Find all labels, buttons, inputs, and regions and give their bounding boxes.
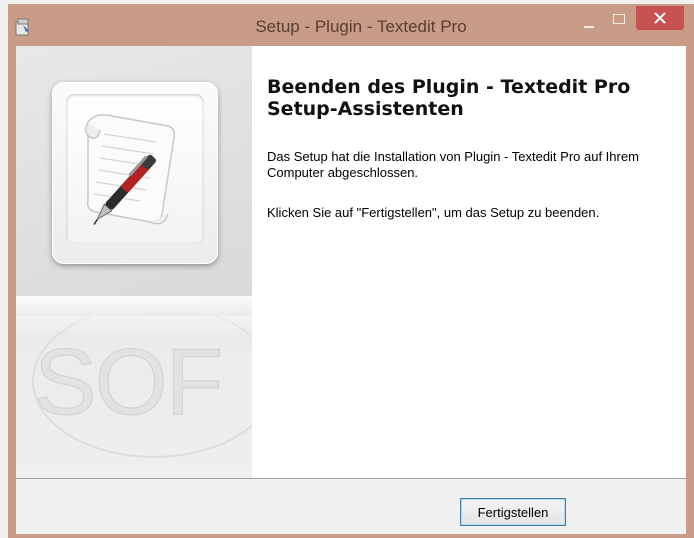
- sidebar-icon-frame: [52, 82, 218, 264]
- minimize-button[interactable]: [575, 10, 603, 34]
- paper-scroll-pen-icon: [85, 114, 176, 225]
- wizard-footer: Fertigstellen: [16, 478, 686, 534]
- finish-instruction: Klicken Sie auf "Fertigstellen", um das …: [267, 205, 600, 220]
- close-icon: [654, 12, 666, 24]
- finish-button[interactable]: Fertigstellen: [460, 498, 566, 526]
- sidebar-watermark: SOF: [33, 329, 223, 435]
- title-bar[interactable]: Setup - Plugin - Textedit Pro: [8, 4, 694, 50]
- close-button[interactable]: [636, 6, 684, 30]
- wizard-main-panel: Beenden des Plugin - Textedit Pro Setup-…: [252, 46, 686, 478]
- completion-message: Das Setup hat die Installation von Plugi…: [267, 149, 639, 180]
- sidebar-icon-panel: [66, 94, 204, 244]
- maximize-button[interactable]: [605, 10, 633, 34]
- wizard-sidebar-image: SOF: [16, 46, 252, 478]
- wizard-content: SOF Beenden des Plugin - Textedit Pro Se…: [16, 46, 686, 478]
- page-title: Beenden des Plugin - Textedit Pro Setup-…: [267, 76, 631, 120]
- setup-window: Setup - Plugin - Textedit Pro SOF Beende…: [8, 4, 694, 538]
